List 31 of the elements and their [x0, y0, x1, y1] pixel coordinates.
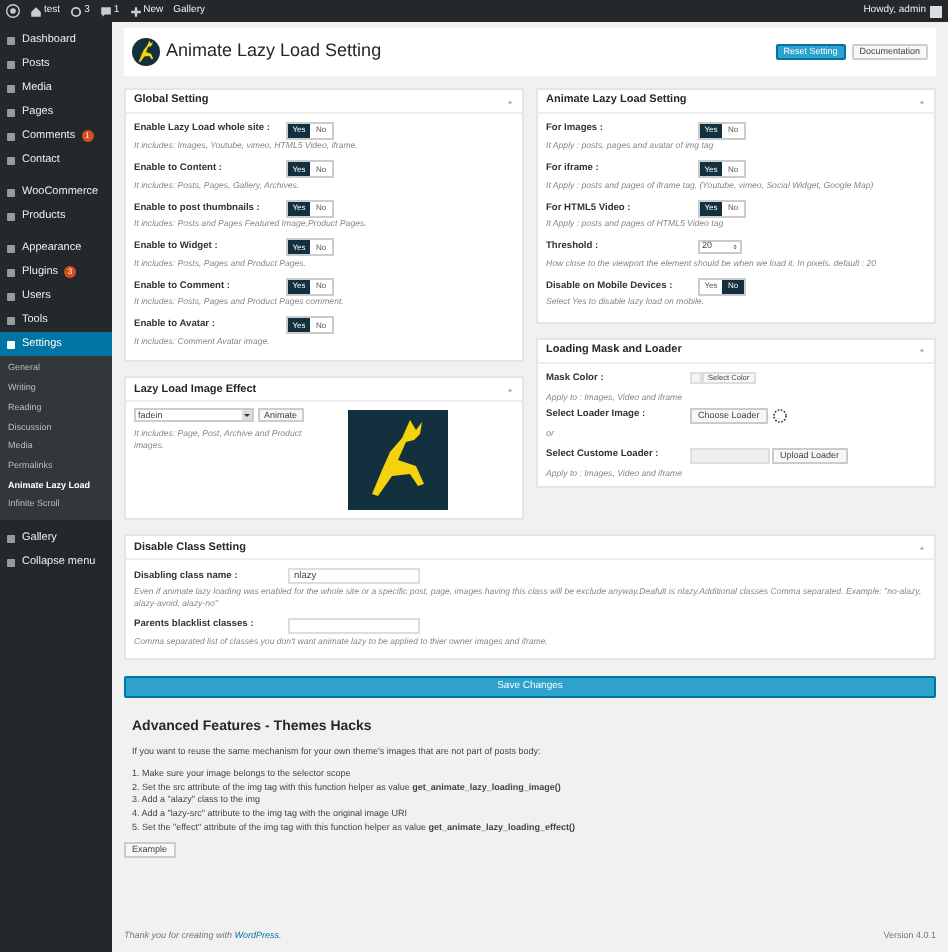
square-icon [6, 59, 16, 69]
square-icon [6, 187, 16, 197]
square-icon [6, 267, 16, 277]
square-icon [6, 291, 16, 301]
color-swatch[interactable] [690, 372, 702, 385]
square-icon [6, 83, 16, 93]
avatar [930, 5, 942, 17]
dropdown-arrow-icon [242, 410, 252, 421]
square-icon [6, 315, 16, 325]
caret-icon [918, 97, 926, 105]
deer-logo [132, 38, 160, 66]
text-field[interactable] [288, 617, 420, 634]
loader-url-field[interactable] [690, 447, 770, 464]
square-icon [6, 339, 16, 349]
page-title: Animate Lazy Load Setting [166, 38, 382, 65]
spinner-arrows-icon [732, 242, 738, 253]
square-icon [6, 107, 16, 117]
plus-icon [129, 5, 142, 17]
house-icon [30, 5, 42, 17]
wordpress-logo-icon [6, 4, 20, 18]
square-icon [6, 131, 16, 141]
square-icon [6, 211, 16, 221]
speech-bubble-icon [99, 5, 112, 17]
spinner-icon [771, 407, 788, 424]
square-icon [6, 558, 16, 568]
square-icon [6, 35, 16, 45]
square-icon [6, 155, 16, 165]
square-icon [6, 534, 16, 544]
deer-logo [348, 410, 448, 511]
square-icon [6, 243, 16, 253]
caret-icon [506, 97, 514, 105]
